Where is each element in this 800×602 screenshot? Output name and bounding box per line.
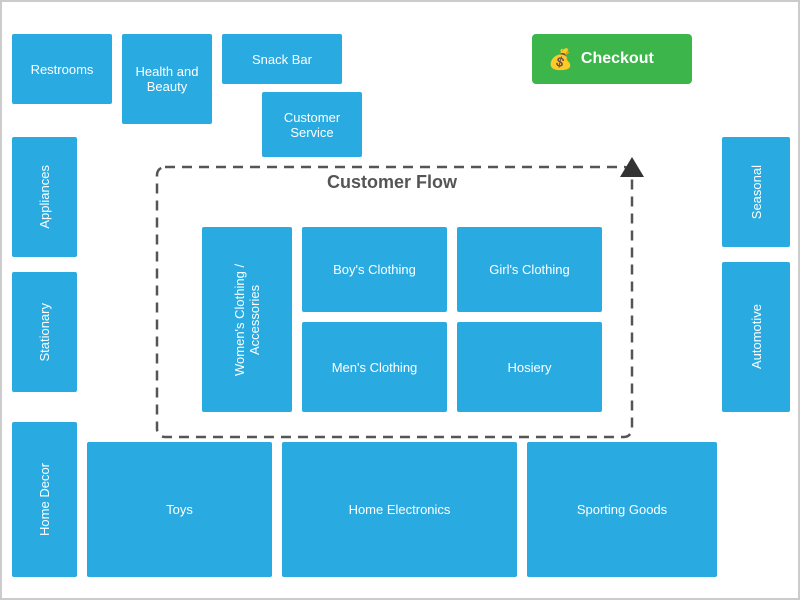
dept-sporting-goods: Sporting Goods [527, 442, 717, 577]
dept-customer-service: Customer Service [262, 92, 362, 157]
dept-home-electronics: Home Electronics [282, 442, 517, 577]
checkout-label: Checkout [581, 50, 654, 68]
dept-restrooms: Restrooms [12, 34, 112, 104]
dept-appliances: Appliances [12, 137, 77, 257]
dept-automotive: Automotive [722, 262, 790, 412]
dept-hosiery: Hosiery [457, 322, 602, 412]
dept-girls-clothing: Girl's Clothing [457, 227, 602, 312]
checkout-icon: 💰 [548, 47, 573, 72]
dept-mens-clothing: Men's Clothing [302, 322, 447, 412]
customer-flow-label: Customer Flow [272, 172, 512, 193]
dept-health-beauty: Health and Beauty [122, 34, 212, 124]
dept-home-decor: Home Decor [12, 422, 77, 577]
dept-seasonal: Seasonal [722, 137, 790, 247]
dept-boys-clothing: Boy's Clothing [302, 227, 447, 312]
dept-womens-clothing: Women's Clothing / Accessories [202, 227, 292, 412]
dept-stationary: Stationary [12, 272, 77, 392]
dept-snack-bar: Snack Bar [222, 34, 342, 84]
dept-toys: Toys [87, 442, 272, 577]
store-map: 💰 Checkout Customer Flow RestroomsHealth… [0, 0, 800, 600]
checkout-button[interactable]: 💰 Checkout [532, 34, 692, 84]
